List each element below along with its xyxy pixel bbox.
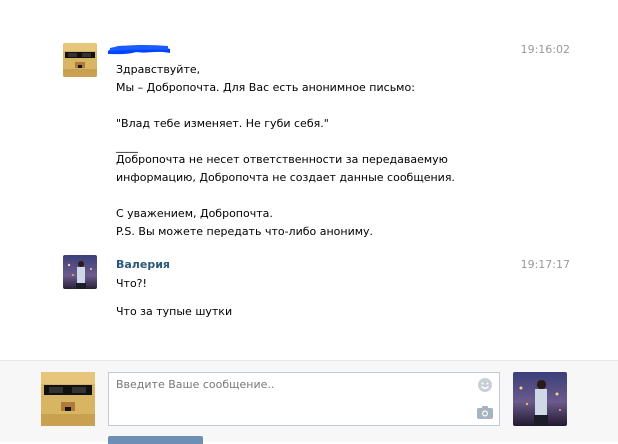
message-line: Мы – Добропочта. Для Вас есть анонимное … (116, 81, 415, 94)
message-line: P.S. Вы можете передать что-либо анониму… (116, 225, 374, 238)
message-input[interactable]: Введите Ваше сообщение.. (108, 372, 500, 426)
valeria-avatar[interactable] (63, 255, 97, 289)
own-avatar[interactable] (41, 372, 95, 426)
message-line: информацию, Добропочта не создает данные… (116, 171, 455, 184)
message-timestamp: 19:17:17 (520, 258, 570, 271)
sender-avatar-pixel-dog[interactable] (63, 43, 97, 77)
message-line: Что за тупые шутки (116, 305, 233, 318)
message-author-link[interactable]: Валерия (116, 258, 170, 271)
send-button[interactable] (108, 436, 203, 444)
message-input-placeholder: Введите Ваше сообщение.. (116, 378, 275, 391)
message-line: С уважением, Добропочта. (116, 207, 273, 220)
message-line: Добропочта не несет ответственности за п… (116, 153, 448, 166)
recipient-avatar[interactable] (513, 372, 567, 426)
message-line: Здравствуйте, (116, 63, 201, 76)
message-line: "Влад тебе изменяет. Не губи себя." (116, 117, 329, 130)
camera-icon[interactable] (477, 406, 493, 419)
redacted-sender-name (108, 44, 170, 55)
message-timestamp: 19:16:02 (520, 43, 570, 56)
smiley-icon[interactable] (477, 377, 493, 393)
message-line: Что?! (116, 277, 147, 290)
